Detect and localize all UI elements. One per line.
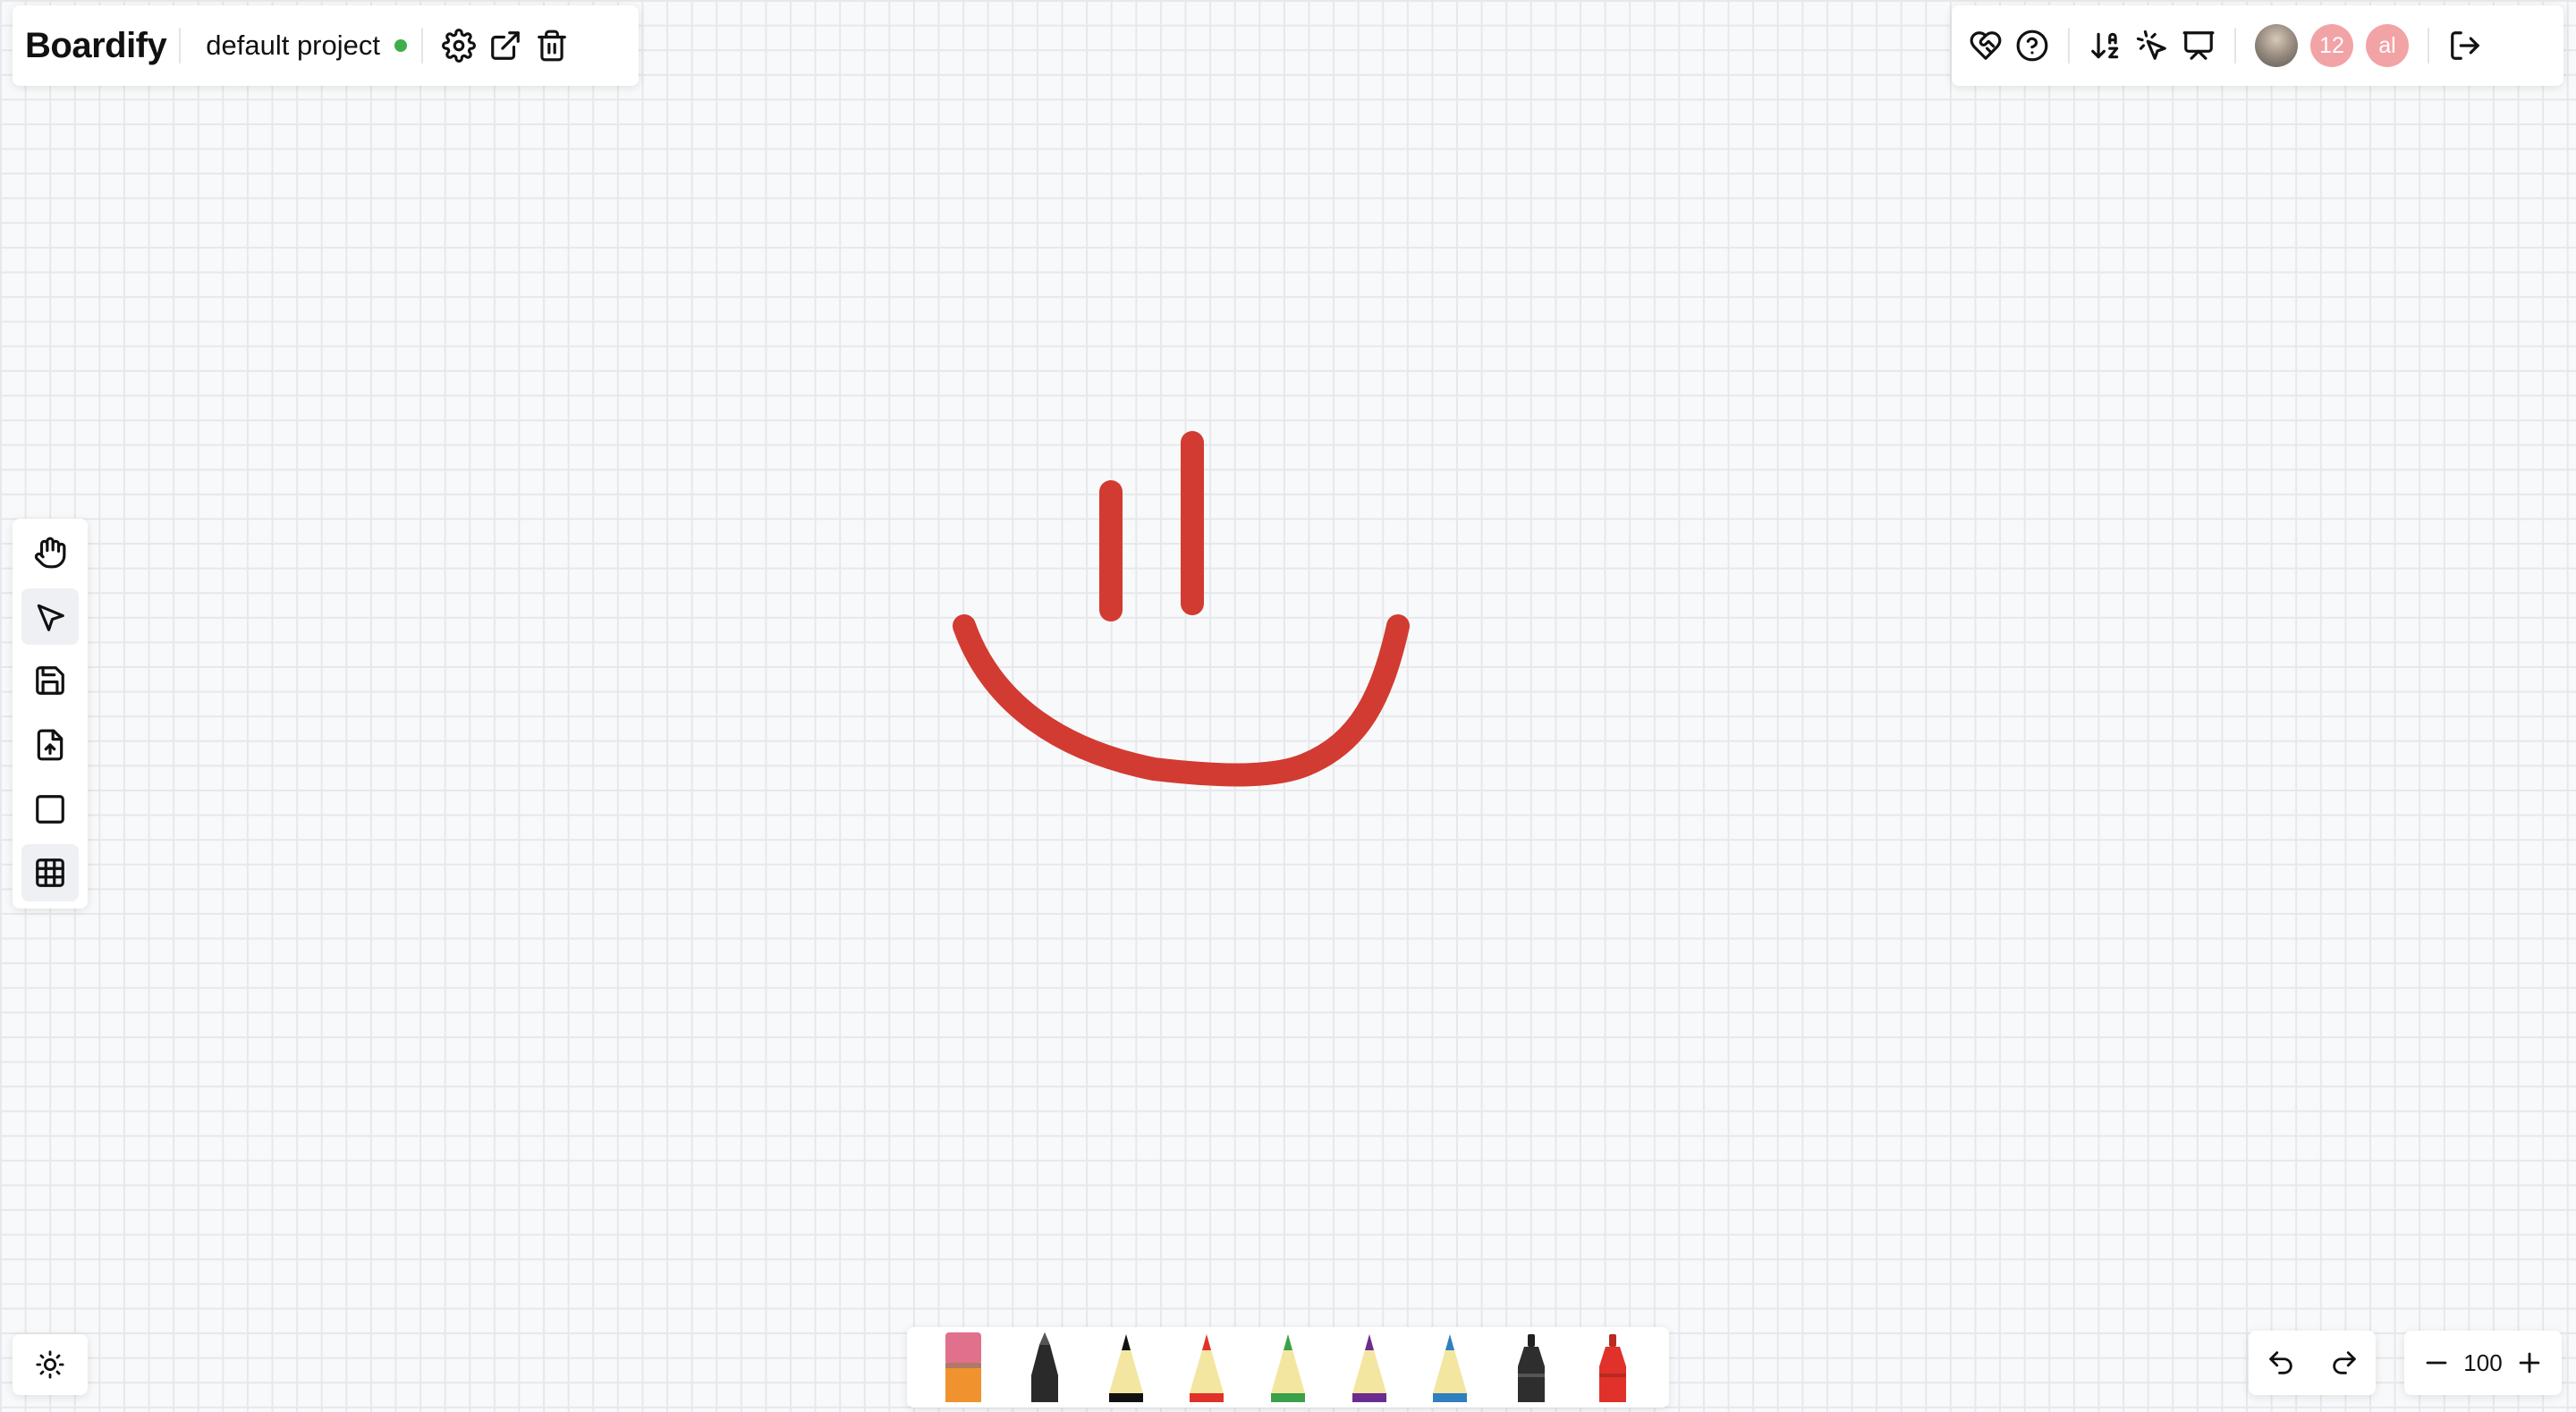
hand-tool-button[interactable] <box>21 524 79 581</box>
sort-az-icon <box>2091 32 2119 59</box>
purple-pencil-tool[interactable] <box>1347 1331 1392 1402</box>
sun-icon <box>36 1350 64 1379</box>
save-button[interactable] <box>21 652 79 709</box>
open-external-button[interactable] <box>482 22 529 69</box>
presentation-icon <box>2182 31 2215 60</box>
avatar[interactable] <box>2255 24 2298 67</box>
cursor-icon <box>37 604 64 631</box>
grid-toggle-button[interactable] <box>21 844 79 902</box>
divider <box>179 28 182 63</box>
logout-button[interactable] <box>2442 22 2488 69</box>
save-icon <box>36 666 64 696</box>
eraser-tool[interactable] <box>941 1331 986 1402</box>
square-icon <box>36 794 64 824</box>
settings-button[interactable] <box>436 22 482 69</box>
pen-toolbar <box>907 1327 1669 1408</box>
hand-icon <box>34 537 66 569</box>
undo-button[interactable] <box>2258 1340 2304 1386</box>
grid-table-icon <box>36 858 64 888</box>
sponsor-button[interactable] <box>1962 22 2009 69</box>
project-header: Boardify default project <box>13 5 639 86</box>
rectangle-tool-button[interactable] <box>21 781 79 838</box>
delete-project-button[interactable] <box>529 22 575 69</box>
divider <box>2234 28 2236 63</box>
divider <box>2428 28 2429 63</box>
red-marker-tool[interactable] <box>1590 1331 1635 1402</box>
black-pencil-tool[interactable] <box>1104 1331 1148 1402</box>
plus-icon <box>2519 1352 2540 1374</box>
gear-icon <box>442 29 476 63</box>
canvas-drawing[interactable] <box>0 0 2576 1412</box>
zoom-in-button[interactable] <box>2506 1340 2553 1386</box>
zoom-level: 100 <box>2463 1349 2503 1376</box>
undo-icon <box>2268 1351 2292 1374</box>
select-tool-button[interactable] <box>21 588 79 646</box>
help-circle-icon <box>2016 30 2048 62</box>
theme-toggle[interactable] <box>13 1334 88 1395</box>
logout-icon <box>2451 31 2479 60</box>
pointer-tool-button[interactable] <box>2129 22 2175 69</box>
history-controls <box>2249 1331 2376 1395</box>
project-name[interactable]: default project <box>206 30 380 62</box>
zoom-out-button[interactable] <box>2413 1340 2460 1386</box>
help-button[interactable] <box>2009 22 2055 69</box>
pointer-click-icon <box>2136 30 2166 60</box>
app-title: Boardify <box>25 25 167 65</box>
heart-handshake-icon <box>1970 31 2002 60</box>
present-button[interactable] <box>2175 22 2222 69</box>
red-pencil-tool[interactable] <box>1184 1331 1229 1402</box>
zoom-controls: 100 <box>2404 1331 2562 1395</box>
blue-pencil-tool[interactable] <box>1428 1331 1472 1402</box>
minus-icon <box>2426 1361 2447 1365</box>
sort-button[interactable] <box>2082 22 2129 69</box>
left-toolbar <box>13 519 88 909</box>
green-pencil-tool[interactable] <box>1266 1331 1310 1402</box>
external-link-icon <box>491 31 520 60</box>
upload-file-icon <box>37 729 64 761</box>
redo-icon <box>2332 1351 2356 1374</box>
divider <box>2068 28 2070 63</box>
project-status-dot <box>394 39 407 52</box>
upload-file-button[interactable] <box>21 716 79 774</box>
black-marker-tool[interactable] <box>1022 1331 1067 1402</box>
avatar[interactable]: 12 <box>2310 24 2353 67</box>
dark-marker-tool[interactable] <box>1509 1331 1554 1402</box>
redo-button[interactable] <box>2321 1340 2368 1386</box>
divider <box>420 28 423 63</box>
avatar[interactable]: al <box>2366 24 2409 67</box>
top-right-toolbar: 12 al <box>1952 5 2563 86</box>
smile-stroke[interactable] <box>953 614 1410 787</box>
trash-icon <box>538 30 566 62</box>
